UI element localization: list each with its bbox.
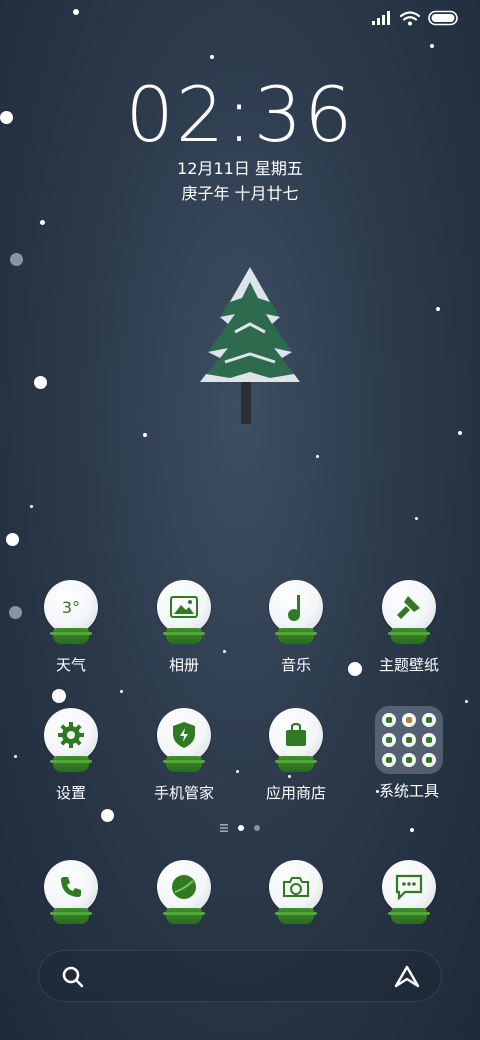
folder-icon [375, 706, 443, 774]
phone-icon [43, 860, 99, 926]
dock-browser[interactable] [129, 860, 239, 926]
shopping-bag-icon [268, 708, 324, 774]
page-dot-active[interactable] [238, 825, 244, 831]
clock-date[interactable]: 12月11日 星期五 [0, 158, 480, 180]
weather-temp: 3° [61, 597, 81, 617]
app-label: 音乐 [280, 656, 311, 674]
pine-tree-illustration [200, 267, 300, 424]
page-dot[interactable] [254, 825, 260, 831]
messages-icon [381, 860, 437, 926]
search-bar[interactable] [38, 950, 442, 1002]
app-security[interactable]: 手机管家 [129, 708, 239, 803]
app-label: 手机管家 [153, 784, 214, 802]
app-settings[interactable]: 设置 [16, 708, 126, 803]
clock-time[interactable]: 02:36 [0, 70, 480, 160]
gear-icon [43, 708, 99, 774]
dock-phone[interactable] [16, 860, 126, 926]
camera-icon [268, 860, 324, 926]
app-label: 设置 [55, 784, 86, 802]
search-icon[interactable] [61, 965, 85, 989]
wifi-icon [400, 10, 420, 25]
page-indicator[interactable] [0, 824, 480, 832]
paint-brush-icon [381, 580, 437, 646]
app-label: 系统工具 [378, 782, 439, 800]
app-themes[interactable]: 主题壁纸 [354, 580, 464, 675]
app-label: 应用商店 [265, 784, 326, 802]
status-bar [372, 10, 460, 26]
shield-icon [156, 708, 212, 774]
list-menu-icon[interactable] [220, 824, 228, 832]
app-gallery[interactable]: 相册 [129, 580, 239, 675]
app-music[interactable]: 音乐 [241, 580, 351, 675]
dock-messages[interactable] [354, 860, 464, 926]
app-tools-folder[interactable]: 系统工具 [354, 706, 464, 801]
assistant-icon[interactable] [393, 964, 421, 990]
lunar-date: 庚子年 十月廿七 [181, 184, 299, 203]
app-label: 主题壁纸 [378, 656, 439, 674]
browser-icon [156, 860, 212, 926]
signal-icon [372, 11, 390, 25]
music-note-icon [268, 580, 324, 646]
snow-globe-icon: 3° [43, 580, 99, 646]
gallery-icon [156, 580, 212, 646]
battery-icon [428, 10, 458, 26]
app-label: 天气 [55, 656, 86, 674]
dock-camera[interactable] [241, 860, 351, 926]
app-weather[interactable]: 3° 天气 [16, 580, 126, 675]
app-store[interactable]: 应用商店 [241, 708, 351, 803]
app-label: 相册 [168, 656, 199, 674]
